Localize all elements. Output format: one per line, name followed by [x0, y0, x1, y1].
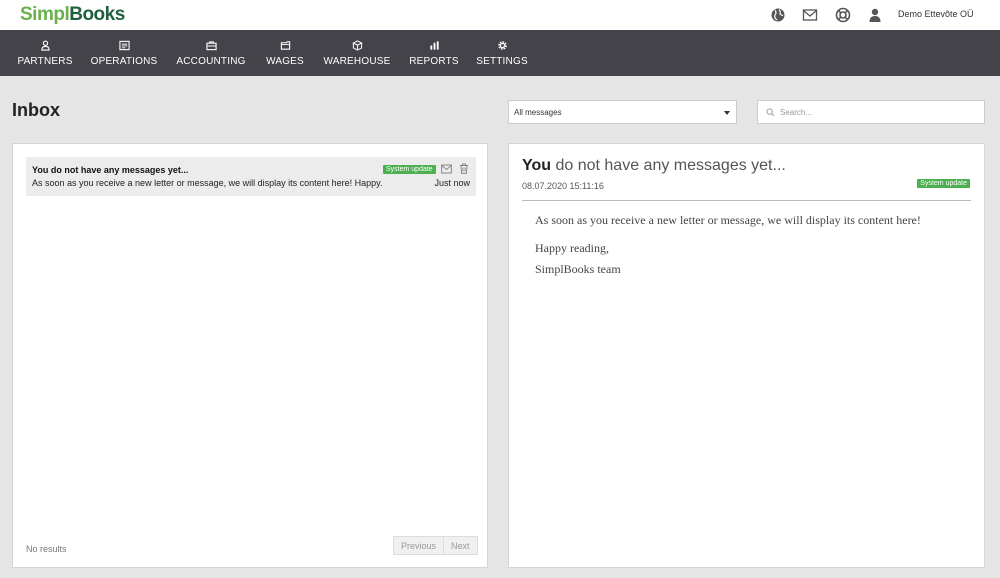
- caret-down-icon: [724, 111, 730, 115]
- lifebuoy-icon[interactable]: [835, 7, 851, 23]
- trash-icon[interactable]: [459, 163, 469, 174]
- message-subject: You do not have any messages yet...: [32, 165, 189, 175]
- gear-icon: [497, 40, 507, 50]
- nav-warehouse[interactable]: WAREHOUSE: [324, 30, 390, 76]
- no-results-text: No results: [26, 544, 67, 554]
- message-body-signature: SimplBooks team: [535, 262, 621, 276]
- operations-icon: [118, 40, 130, 50]
- partners-icon: [40, 40, 50, 51]
- message-detail-panel: You do not have any messages yet... 08.0…: [508, 143, 985, 568]
- mark-unread-mail-icon[interactable]: [441, 164, 452, 174]
- user-icon[interactable]: [867, 7, 883, 23]
- system-update-badge: System update: [917, 179, 970, 188]
- simplbooks-logo[interactable]: SimplBooks: [20, 4, 125, 26]
- top-bar: SimplBooks Demo Ettevõte OÜ: [0, 0, 1000, 30]
- briefcase-icon: [205, 40, 217, 50]
- nav-wages[interactable]: WAGES: [266, 30, 304, 76]
- page-title: Inbox: [12, 100, 60, 120]
- nav-reports[interactable]: REPORTS: [409, 30, 459, 76]
- nav-accounting[interactable]: ACCOUNTING: [176, 30, 245, 76]
- message-time: Just now: [434, 178, 470, 188]
- message-list-panel: You do not have any messages yet... As s…: [12, 143, 488, 568]
- mail-icon[interactable]: [802, 7, 818, 23]
- system-update-badge: System update: [383, 165, 436, 174]
- message-detail-title: You do not have any messages yet...: [522, 157, 786, 174]
- message-body-paragraph: Happy reading,: [535, 241, 609, 255]
- nav-settings[interactable]: SETTINGS: [476, 30, 528, 76]
- message-body-paragraph: As soon as you receive a new letter or m…: [535, 213, 921, 227]
- message-list-item[interactable]: You do not have any messages yet... As s…: [26, 157, 476, 196]
- filter-selected-value: All messages: [514, 108, 562, 117]
- message-preview: As soon as you receive a new letter or m…: [32, 178, 382, 188]
- message-body: As soon as you receive a new letter or m…: [535, 211, 965, 288]
- message-filter-select[interactable]: All messages: [508, 100, 737, 124]
- main-nav: PARTNERS OPERATIONS ACCOUNTING WAGES WAR…: [0, 30, 1000, 76]
- bar-chart-icon: [429, 40, 439, 50]
- next-button[interactable]: Next: [443, 537, 477, 554]
- previous-button[interactable]: Previous: [394, 537, 443, 554]
- company-name[interactable]: Demo Ettevõte OÜ: [898, 9, 974, 19]
- wallet-icon: [280, 40, 290, 50]
- message-date: 08.07.2020 15:11:16: [522, 181, 604, 191]
- globe-icon[interactable]: [770, 7, 786, 23]
- nav-partners[interactable]: PARTNERS: [17, 30, 72, 76]
- boxes-icon: [351, 39, 363, 51]
- divider: [522, 200, 971, 201]
- search-icon: [766, 108, 775, 117]
- pagination: Previous Next: [393, 536, 478, 555]
- nav-operations[interactable]: OPERATIONS: [91, 30, 157, 76]
- search-input[interactable]: [780, 105, 980, 120]
- search-box: [757, 100, 985, 124]
